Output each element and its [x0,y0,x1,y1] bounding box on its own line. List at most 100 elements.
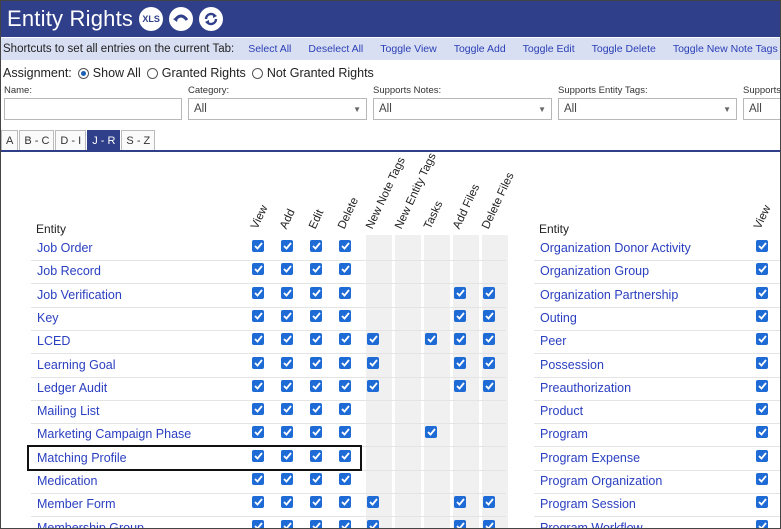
refresh-icon[interactable] [199,7,224,31]
entity-name-link[interactable]: Program Organization [540,474,662,488]
tab-b-c[interactable]: B - C [19,130,55,150]
permission-checkbox[interactable] [252,379,264,392]
toggle-new-note-tags-link[interactable]: Toggle New Note Tags [673,43,778,55]
permission-checkbox[interactable] [756,449,768,462]
entity-name-link[interactable]: Peer [540,334,566,348]
permission-checkbox[interactable] [281,356,293,369]
column-header-add-files[interactable]: Add Files [451,182,482,231]
supports-more-select[interactable]: All [743,98,780,120]
entity-name-link[interactable]: Organization Group [540,264,649,278]
permission-checkbox[interactable] [454,309,466,322]
entity-name-link[interactable]: Learning Goal [37,358,116,372]
permission-checkbox[interactable] [454,496,466,509]
permission-checkbox[interactable] [756,309,768,322]
permission-checkbox[interactable] [339,286,351,299]
select-all-link[interactable]: Select All [248,43,291,55]
permission-checkbox[interactable] [310,263,322,276]
permission-checkbox[interactable] [252,333,264,346]
permission-checkbox[interactable] [252,473,264,485]
permission-checkbox[interactable] [281,496,293,509]
permission-checkbox[interactable] [483,496,495,509]
permission-checkbox[interactable] [339,426,351,439]
permission-checkbox[interactable] [281,403,293,416]
permission-checkbox[interactable] [252,519,264,528]
permission-checkbox[interactable] [339,403,351,416]
permission-checkbox[interactable] [252,496,264,509]
entity-name-link[interactable]: Membership Group [37,521,144,528]
permission-checkbox[interactable] [281,263,293,276]
entity-name-link[interactable]: Mailing List [37,404,100,418]
permission-checkbox[interactable] [756,496,768,509]
column-header-add[interactable]: Add [278,207,298,231]
entity-name-link[interactable]: Organization Donor Activity [540,241,691,255]
permission-checkbox[interactable] [281,309,293,322]
column-header-delete-files[interactable]: Delete Files [480,171,517,231]
permission-checkbox[interactable] [756,426,768,439]
permission-checkbox[interactable] [756,240,768,252]
supports-notes-select[interactable]: All ▼ [373,98,552,120]
permission-checkbox[interactable] [281,240,293,252]
permission-checkbox[interactable] [367,356,379,369]
column-header-tasks[interactable]: Tasks [422,199,445,231]
entity-name-link[interactable]: Medication [37,474,97,488]
permission-checkbox[interactable] [367,496,379,509]
permission-checkbox[interactable] [339,263,351,276]
entity-name-link[interactable]: Preauthorization [540,381,631,395]
permission-checkbox[interactable] [310,519,322,528]
toggle-delete-link[interactable]: Toggle Delete [592,43,656,55]
permission-checkbox[interactable] [310,286,322,299]
permission-checkbox[interactable] [483,379,495,392]
tab-j-r[interactable]: J - R [87,130,121,150]
permission-checkbox[interactable] [281,379,293,392]
entity-name-link[interactable]: Program Workflow [540,521,643,528]
radio-icon[interactable] [146,67,158,79]
permission-checkbox[interactable] [310,426,322,439]
permission-checkbox[interactable] [252,240,264,252]
entity-name-link[interactable]: Program Expense [540,451,640,465]
permission-checkbox[interactable] [339,333,351,346]
permission-checkbox[interactable] [483,286,495,299]
permission-checkbox[interactable] [281,473,293,485]
permission-checkbox[interactable] [339,473,351,485]
permission-checkbox[interactable] [252,286,264,299]
tab-s-z[interactable]: S - Z [121,130,156,150]
permission-checkbox[interactable] [252,426,264,439]
permission-checkbox[interactable] [310,473,322,485]
permission-checkbox[interactable] [281,426,293,439]
permission-checkbox[interactable] [310,356,322,369]
permission-checkbox[interactable] [454,519,466,528]
permission-checkbox[interactable] [339,519,351,528]
permission-checkbox[interactable] [281,333,293,346]
permission-checkbox[interactable] [483,333,495,346]
permission-checkbox[interactable] [339,496,351,509]
permission-checkbox[interactable] [756,473,768,485]
permission-checkbox[interactable] [310,403,322,416]
permission-checkbox[interactable] [756,356,768,369]
permission-checkbox[interactable] [756,379,768,392]
permission-checkbox[interactable] [483,309,495,322]
xls-icon[interactable]: XLS [139,7,164,31]
permission-checkbox[interactable] [310,496,322,509]
permission-checkbox[interactable] [483,356,495,369]
permission-checkbox[interactable] [454,333,466,346]
permission-checkbox[interactable] [310,240,322,252]
entity-name-link[interactable]: Program Session [540,497,636,511]
permission-checkbox[interactable] [252,309,264,322]
radio-icon[interactable] [251,67,263,79]
column-header-view[interactable]: View [249,204,270,231]
permission-checkbox[interactable] [310,333,322,346]
entity-name-link[interactable]: Organization Partnership [540,288,678,302]
entity-name-link[interactable]: Member Form [37,497,115,511]
right-column-header-view[interactable]: View [752,204,773,231]
tab-a[interactable]: A [1,130,19,150]
entity-name-link[interactable]: Ledger Audit [37,381,107,395]
name-input[interactable] [4,98,182,120]
entity-name-link[interactable]: Key [37,311,59,325]
entity-name-link[interactable]: Program [540,427,588,441]
entity-name-link[interactable]: Job Verification [37,288,122,302]
entity-name-link[interactable]: Outing [540,311,577,325]
toggle-add-link[interactable]: Toggle Add [454,43,506,55]
permission-checkbox[interactable] [425,333,437,346]
permission-checkbox[interactable] [367,333,379,346]
radio-not-granted-rights[interactable]: Not Granted Rights [251,66,374,80]
